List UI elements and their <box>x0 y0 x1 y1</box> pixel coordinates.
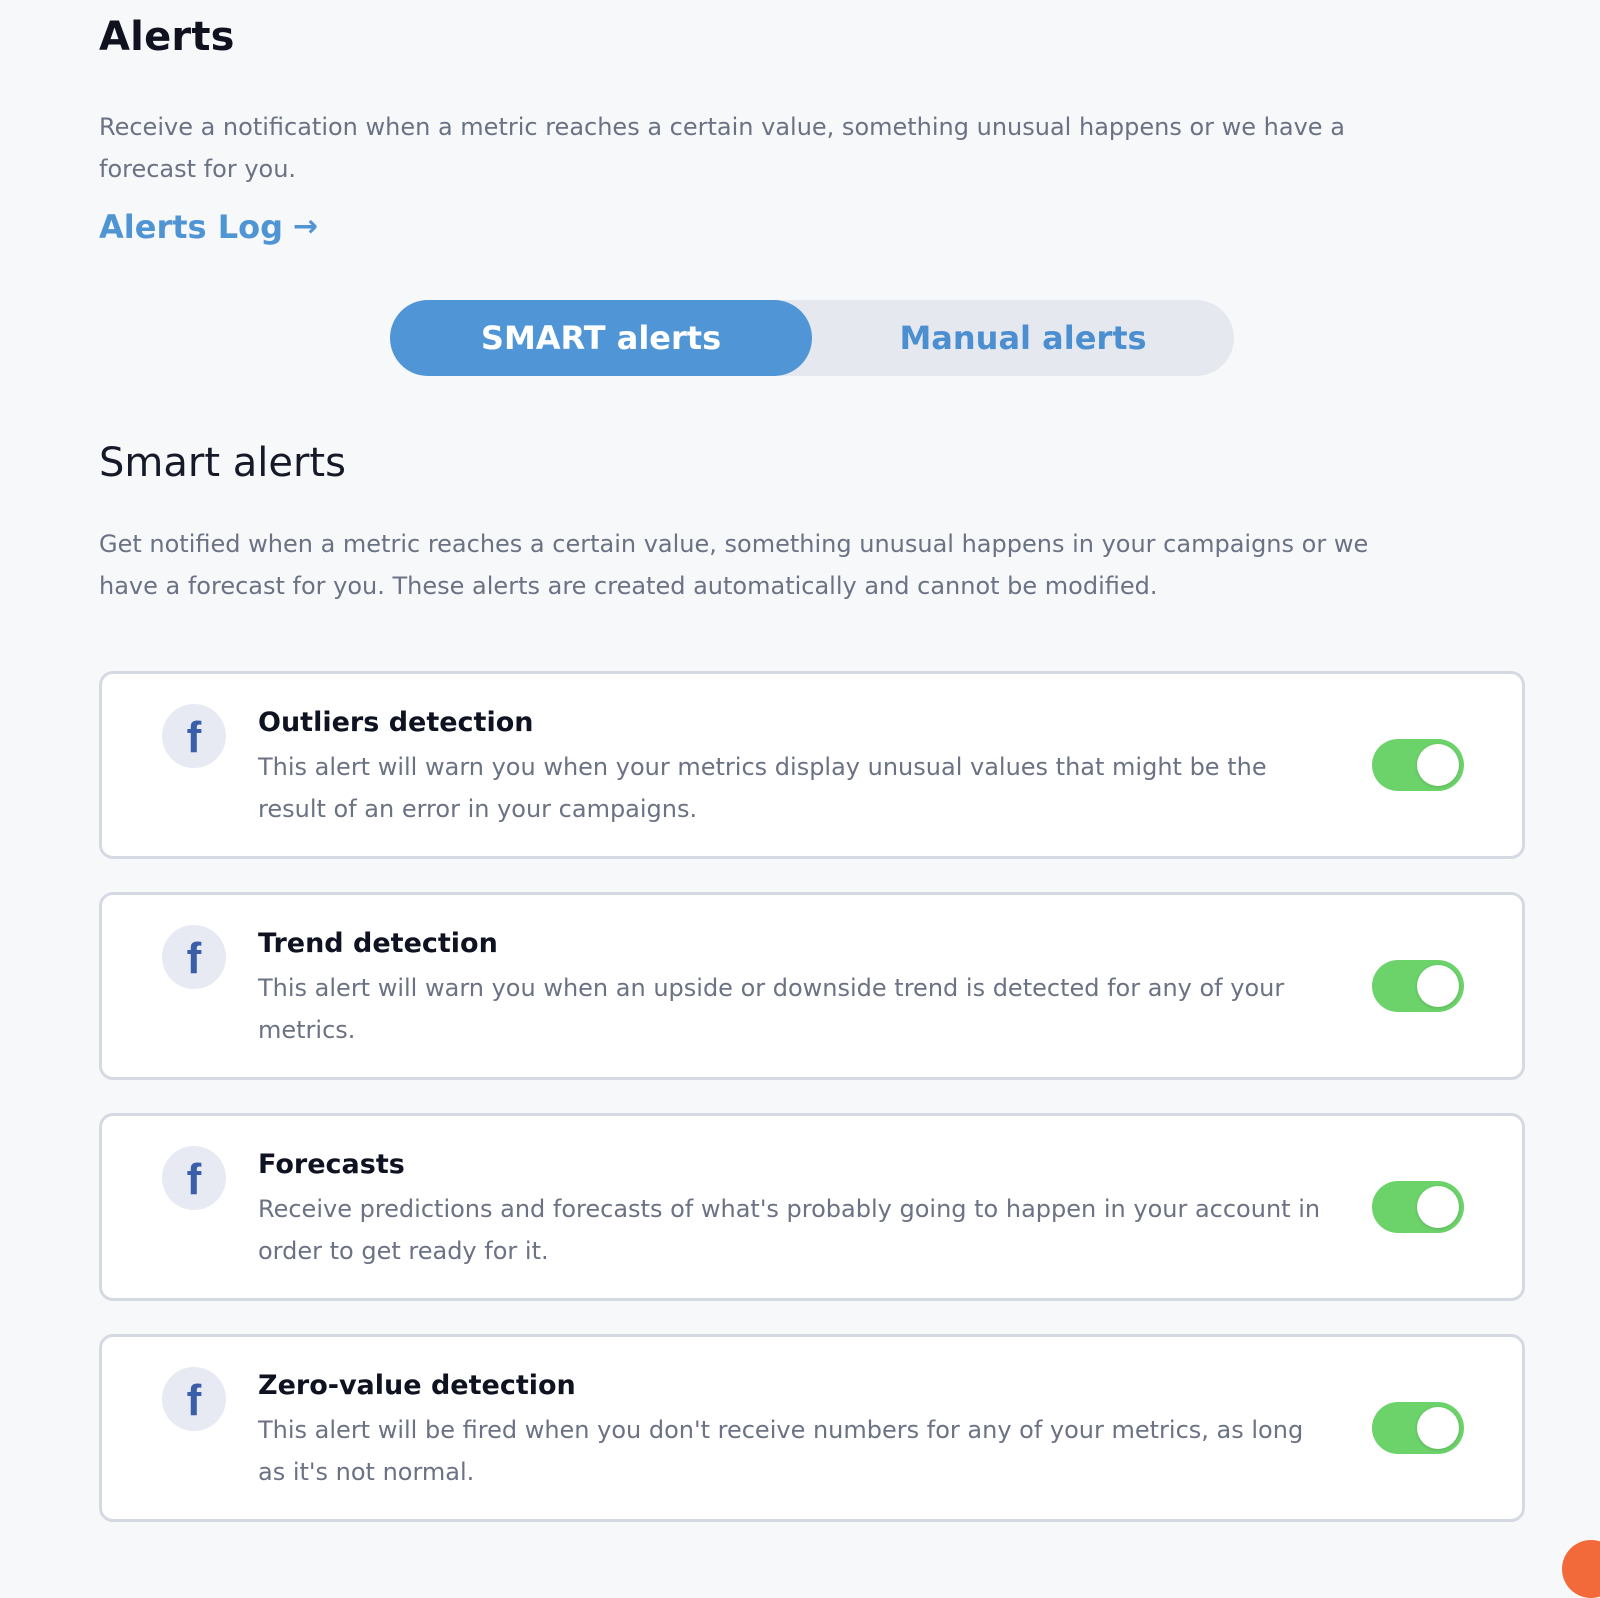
alert-title: Forecasts <box>258 1149 405 1180</box>
alerts-type-switch: SMART alerts Manual alerts <box>390 300 1234 376</box>
alert-description: Receive predictions and forecasts of wha… <box>258 1195 1321 1265</box>
alert-toggle[interactable] <box>1372 739 1464 791</box>
alert-title: Zero-value detection <box>258 1370 576 1401</box>
section-description: Get notified when a metric reaches a cer… <box>99 530 1369 600</box>
alert-card-forecasts: f Forecasts Receive predictions and fore… <box>99 1113 1525 1301</box>
page-description: Receive a notification when a metric rea… <box>99 113 1345 183</box>
toggle-knob <box>1417 1407 1459 1449</box>
alert-description: This alert will warn you when an upside … <box>258 974 1285 1044</box>
page-title: Alerts <box>99 14 235 60</box>
toggle-knob <box>1417 744 1459 786</box>
alert-toggle[interactable] <box>1372 1402 1464 1454</box>
toggle-knob <box>1417 965 1459 1007</box>
facebook-icon: f <box>162 704 226 768</box>
alert-title: Trend detection <box>258 928 498 959</box>
tab-smart-alerts[interactable]: SMART alerts <box>390 300 812 376</box>
alert-list: f Outliers detection This alert will war… <box>99 671 1525 1555</box>
alert-title: Outliers detection <box>258 707 534 738</box>
alert-card-trend-detection: f Trend detection This alert will warn y… <box>99 892 1525 1080</box>
alerts-log-link[interactable]: Alerts Log → <box>99 208 318 246</box>
facebook-icon: f <box>162 1146 226 1210</box>
alert-description: This alert will warn you when your metri… <box>258 753 1267 823</box>
tab-manual-alerts[interactable]: Manual alerts <box>812 300 1234 376</box>
alert-card-zero-value-detection: f Zero-value detection This alert will b… <box>99 1334 1525 1522</box>
section-title: Smart alerts <box>99 440 346 486</box>
arrow-right-icon: → <box>292 209 319 244</box>
alert-description: This alert will be fired when you don't … <box>258 1416 1304 1486</box>
alerts-log-label: Alerts Log <box>99 208 283 246</box>
alert-toggle[interactable] <box>1372 960 1464 1012</box>
alert-toggle[interactable] <box>1372 1181 1464 1233</box>
facebook-icon: f <box>162 925 226 989</box>
facebook-icon: f <box>162 1367 226 1431</box>
toggle-knob <box>1417 1186 1459 1228</box>
alert-card-outliers-detection: f Outliers detection This alert will war… <box>99 671 1525 859</box>
chat-widget-button[interactable] <box>1562 1540 1600 1598</box>
